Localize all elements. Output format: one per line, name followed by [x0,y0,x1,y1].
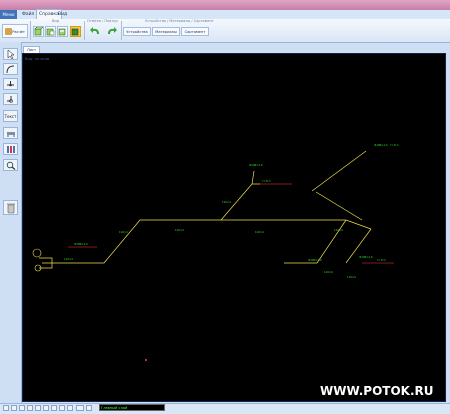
view-side-button[interactable] [45,26,56,37]
canvas-caption: Вид: по осям [25,57,50,61]
tab-file[interactable]: Файл [20,10,36,19]
view-iso-button[interactable] [70,26,81,37]
dimension-text: 110×4 [64,257,73,261]
support-icon [6,131,15,137]
materials-button[interactable]: Материалы [152,27,180,36]
redo-arrow-icon [107,27,117,34]
bp-toggle-icon[interactable] [76,405,84,411]
trash-tool[interactable] [3,200,18,215]
dimension-text: 110×4 [347,275,356,279]
calculate-button[interactable]: Расчёт [2,24,28,38]
valve-icon [6,145,15,153]
support-tool[interactable] [3,127,18,139]
grid-icon[interactable] [3,405,9,411]
elbow-tool[interactable] [3,93,18,105]
ribbon-separator [84,21,85,40]
draw-pipe-tool[interactable] [3,63,18,75]
undo-arrow-icon [89,27,99,34]
pan-icon[interactable] [51,405,57,411]
far-right-riser-pipe [311,150,367,192]
far-right-return-pipe [315,191,363,221]
layers-icon[interactable] [86,405,92,411]
angle-icon[interactable] [27,405,33,411]
view-top-button[interactable] [57,26,68,37]
cube-side-icon [46,28,55,36]
calculate-label: Расчёт [12,30,25,34]
callout-label: Ф108×4,0 [374,143,388,147]
undo-button[interactable] [88,26,101,37]
callout-label: Ф108×4,0 [249,163,263,167]
dimension-text: 110×4 [334,228,343,232]
view-front-button[interactable] [33,26,44,37]
title-bar [0,0,450,10]
assortment-button[interactable]: Сортамент [181,27,209,36]
valve-tool[interactable] [3,143,18,155]
devices-button[interactable]: Устройства [123,27,151,36]
tee-tool[interactable] [3,78,18,90]
snap-icon[interactable] [11,405,17,411]
dimension-text: 110×4 [175,228,184,232]
magnifier-icon [6,161,15,170]
upper-riser-pipe [251,170,255,185]
zoom-in-icon[interactable] [35,405,41,411]
callout-label: Ф108×4,0 [308,258,322,262]
dimension-text: 110×4 [119,230,128,234]
cursor-arrow-icon [7,49,15,59]
callout-label: Ф108×4,0 [74,242,88,246]
ribbon-separator [30,21,31,40]
note-text: ст.3сп [377,258,386,262]
dimension-text: 110×4 [255,230,264,234]
dimension-text: 110×4 [222,200,231,204]
group-devices-label: Устройства / Материалы / Сортамент [145,19,214,23]
redo-button[interactable] [105,26,118,37]
select-tool[interactable] [3,48,18,60]
fit-icon[interactable] [59,405,65,411]
zoom-tool[interactable] [3,159,18,171]
elbow-icon [7,95,13,103]
tee-icon [7,80,14,86]
canvas-frame [22,53,446,402]
drawing-canvas[interactable]: Вид: по осям Ф108×4,0 Ф108×4,0 Ф108×4,0 … [22,53,446,402]
note-text: ст.3сп [262,179,271,183]
right-branch-pipe [284,219,347,264]
tab-view[interactable]: Вид [56,10,69,19]
watermark-logo: WWW.POTOK.RU [320,384,434,398]
zoom-out-icon[interactable] [43,405,49,411]
note-text: ст.3сп [390,143,399,147]
curve-pipe-icon [6,65,15,73]
group-undo-label: Отмена / Повтор [87,19,118,23]
text-tool[interactable]: Текст [3,110,18,122]
cube-icon [34,26,44,36]
dimension-lines [68,183,394,264]
piping-diagram[interactable]: Вид: по осям Ф108×4,0 Ф108×4,0 Ф108×4,0 … [22,53,446,402]
calculate-icon [5,28,12,35]
group-view-label: Вид [52,19,60,23]
pipe-labels: Ф108×4,0 Ф108×4,0 Ф108×4,0 Ф108×4,0 Ф108… [64,143,399,279]
layer-select[interactable]: Главный слой [99,404,165,411]
settings-icon[interactable] [67,405,73,411]
app-menu-button[interactable]: Меню [0,10,17,19]
cube-iso-icon [71,28,79,36]
pipe-network [39,150,372,269]
callout-label: Ф108×4,0 [359,255,373,259]
trash-icon [6,203,15,213]
cube-top-icon [58,28,66,36]
ortho-icon[interactable] [19,405,25,411]
ribbon-separator [121,21,122,40]
dimension-text: 110×4 [324,270,333,274]
origin-marker [145,359,147,361]
